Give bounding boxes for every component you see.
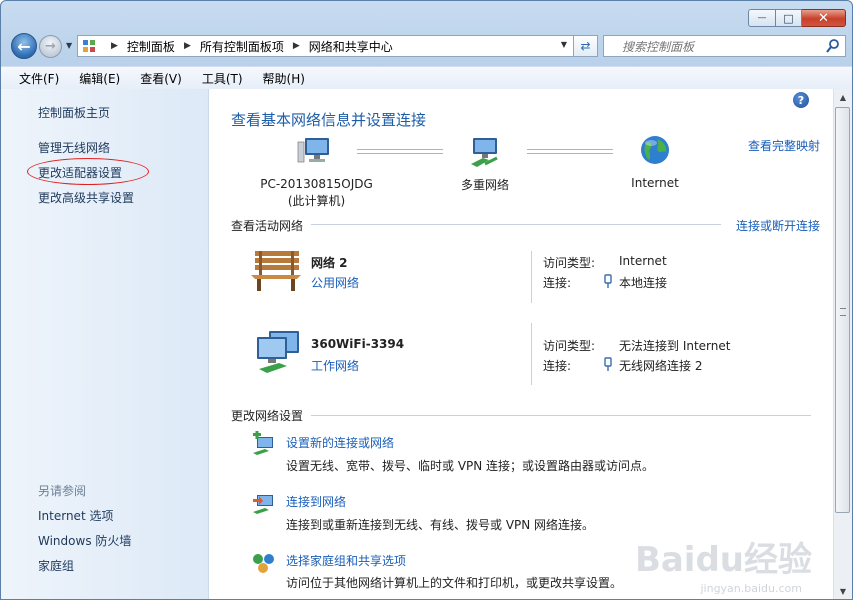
see-also-homegroup[interactable]: 家庭组 <box>38 557 74 574</box>
network-1-type-link[interactable]: 公用网络 <box>311 274 359 291</box>
network-1-connection-label: 连接: <box>543 276 572 290</box>
close-button[interactable]: ✕ <box>802 9 846 27</box>
computer-icon <box>297 138 329 163</box>
wireless-adapter-icon <box>604 357 612 371</box>
task-setup-connection-desc: 设置无线、宽带、拨号、临时或 VPN 连接；或设置路由器或访问点。 <box>286 459 655 473</box>
window: — □ ✕ ← → ▼ ▶ 控制面板 ▶ 所有控制面板项 ▶ 网络和共享中心 ▼… <box>0 0 853 600</box>
sidebar-item-manage-wireless[interactable]: 管理无线网络 <box>38 139 110 156</box>
menu-tools[interactable]: 工具(T) <box>202 70 243 87</box>
control-panel-icon <box>83 40 95 52</box>
pc-subtitle: (此计算机) <box>287 194 346 208</box>
map-connector <box>357 149 443 154</box>
change-settings-heading: 更改网络设置 <box>231 409 304 423</box>
scroll-down-icon[interactable]: ▼ <box>834 583 852 599</box>
main-panel: ? 查看基本网络信息并设置连接 查看完整映射 PC-20130815OJDG (… <box>209 89 832 599</box>
breadcrumb-all-items[interactable]: 所有控制面板项 <box>200 38 284 55</box>
breadcrumb: ▶ 控制面板 ▶ 所有控制面板项 ▶ 网络和共享中心 <box>102 38 393 55</box>
park-bench-icon <box>251 251 301 291</box>
multiple-networks-icon <box>471 138 498 167</box>
vertical-scrollbar[interactable]: ▲ ▼ <box>833 89 852 599</box>
vertical-divider <box>531 323 532 385</box>
sidebar-home-link[interactable]: 控制面板主页 <box>38 104 110 121</box>
menu-help[interactable]: 帮助(H) <box>263 70 305 87</box>
menu-file[interactable]: 文件(F) <box>19 70 59 87</box>
sidebar: 控制面板主页 管理无线网络 更改适配器设置 更改高级共享设置 另请参阅 Inte… <box>1 89 209 599</box>
refresh-button[interactable]: ⇄ <box>574 35 598 57</box>
arrow-right-icon: → <box>45 39 56 54</box>
menu-bar: 文件(F) 编辑(E) 查看(V) 工具(T) 帮助(H) <box>1 66 852 90</box>
map-connector <box>527 149 613 154</box>
connect-disconnect-link[interactable]: 连接或断开连接 <box>736 217 820 234</box>
see-also-internet-options[interactable]: Internet 选项 <box>38 507 113 524</box>
section-divider <box>311 415 811 416</box>
network-2-name: 360WiFi-3394 <box>311 337 405 351</box>
watermark-url: jingyan.baidu.com <box>700 582 802 595</box>
see-also-heading: 另请参阅 <box>38 484 87 498</box>
network-1-access-label: 访问类型: <box>543 256 596 270</box>
task-setup-connection-link[interactable]: 设置新的连接或网络 <box>286 434 394 451</box>
caption-buttons: — □ ✕ <box>748 9 846 27</box>
minimize-button[interactable]: — <box>748 9 776 27</box>
chevron-right-icon[interactable]: ▶ <box>111 41 118 51</box>
maximize-button[interactable]: □ <box>776 9 802 27</box>
globe-icon <box>641 136 669 164</box>
section-divider <box>311 224 721 225</box>
page-title: 查看基本网络信息并设置连接 <box>231 111 427 129</box>
vertical-divider <box>531 251 532 303</box>
maximize-icon: □ <box>783 11 794 25</box>
grip-icon <box>840 308 846 316</box>
task-homegroup-desc: 访问位于其他网络计算机上的文件和打印机，或更改共享设置。 <box>286 576 623 590</box>
search-box[interactable] <box>603 35 846 57</box>
map-node-multiple-networks[interactable]: 多重网络 <box>445 176 525 193</box>
chevron-right-icon[interactable]: ▶ <box>293 41 300 51</box>
address-dropdown-icon[interactable]: ▼ <box>561 40 567 49</box>
menu-edit[interactable]: 编辑(E) <box>79 70 120 87</box>
minimize-icon: — <box>757 13 767 23</box>
address-bar[interactable]: ▶ 控制面板 ▶ 所有控制面板项 ▶ 网络和共享中心 ▼ <box>77 35 574 57</box>
task-connect-network-desc: 连接到或重新连接到无线、有线、拨号或 VPN 网络连接。 <box>286 518 595 532</box>
network-2-connection-link[interactable]: 无线网络连接 2 <box>619 357 702 374</box>
search-input[interactable] <box>620 37 829 57</box>
arrow-left-icon: ← <box>17 36 31 56</box>
connect-network-icon <box>253 495 273 514</box>
see-also-firewall[interactable]: Windows 防火墙 <box>38 532 131 549</box>
network-2-access-label: 访问类型: <box>543 339 596 353</box>
highlight-oval <box>27 158 149 185</box>
new-connection-icon <box>253 431 273 455</box>
task-connect-network-link[interactable]: 连接到网络 <box>286 493 346 510</box>
pc-name: PC-20130815OJDG <box>260 177 373 191</box>
help-icon[interactable]: ? <box>793 92 809 108</box>
forward-button[interactable]: → <box>39 35 62 58</box>
ethernet-icon <box>604 274 612 288</box>
close-icon: ✕ <box>818 10 829 26</box>
map-node-pc[interactable]: PC-20130815OJDG (此计算机) <box>249 176 384 210</box>
network-2-connection-label: 连接: <box>543 359 572 373</box>
full-map-link[interactable]: 查看完整映射 <box>748 137 820 154</box>
sidebar-item-advanced-sharing[interactable]: 更改高级共享设置 <box>38 189 134 206</box>
scroll-up-icon[interactable]: ▲ <box>834 89 852 105</box>
map-node-internet[interactable]: Internet <box>621 176 689 190</box>
scroll-thumb[interactable] <box>835 107 850 513</box>
homegroup-icon <box>253 554 274 573</box>
watermark-brand: Baidu经验 <box>634 540 812 580</box>
active-networks-heading: 查看活动网络 <box>231 219 304 233</box>
navigation-bar: ← → ▼ ▶ 控制面板 ▶ 所有控制面板项 ▶ 网络和共享中心 ▼ ⇄ <box>9 32 846 60</box>
network-2-access-value: 无法连接到 Internet <box>619 339 731 353</box>
breadcrumb-control-panel[interactable]: 控制面板 <box>127 38 175 55</box>
network-1-connection-link[interactable]: 本地连接 <box>619 274 667 291</box>
search-icon[interactable] <box>825 38 841 54</box>
chevron-right-icon[interactable]: ▶ <box>184 41 191 51</box>
work-network-icon <box>257 331 299 373</box>
menu-view[interactable]: 查看(V) <box>140 70 182 87</box>
content-area: 控制面板主页 管理无线网络 更改适配器设置 更改高级共享设置 另请参阅 Inte… <box>1 89 852 599</box>
back-button[interactable]: ← <box>11 33 37 59</box>
breadcrumb-network-center[interactable]: 网络和共享中心 <box>309 38 393 55</box>
network-1-access-value: Internet <box>619 254 667 268</box>
refresh-icon: ⇄ <box>580 39 591 53</box>
recent-pages-dropdown[interactable]: ▼ <box>66 41 72 50</box>
task-homegroup-link[interactable]: 选择家庭组和共享选项 <box>286 552 406 569</box>
network-2-type-link[interactable]: 工作网络 <box>311 357 359 374</box>
network-1-name: 网络 2 <box>311 256 348 270</box>
